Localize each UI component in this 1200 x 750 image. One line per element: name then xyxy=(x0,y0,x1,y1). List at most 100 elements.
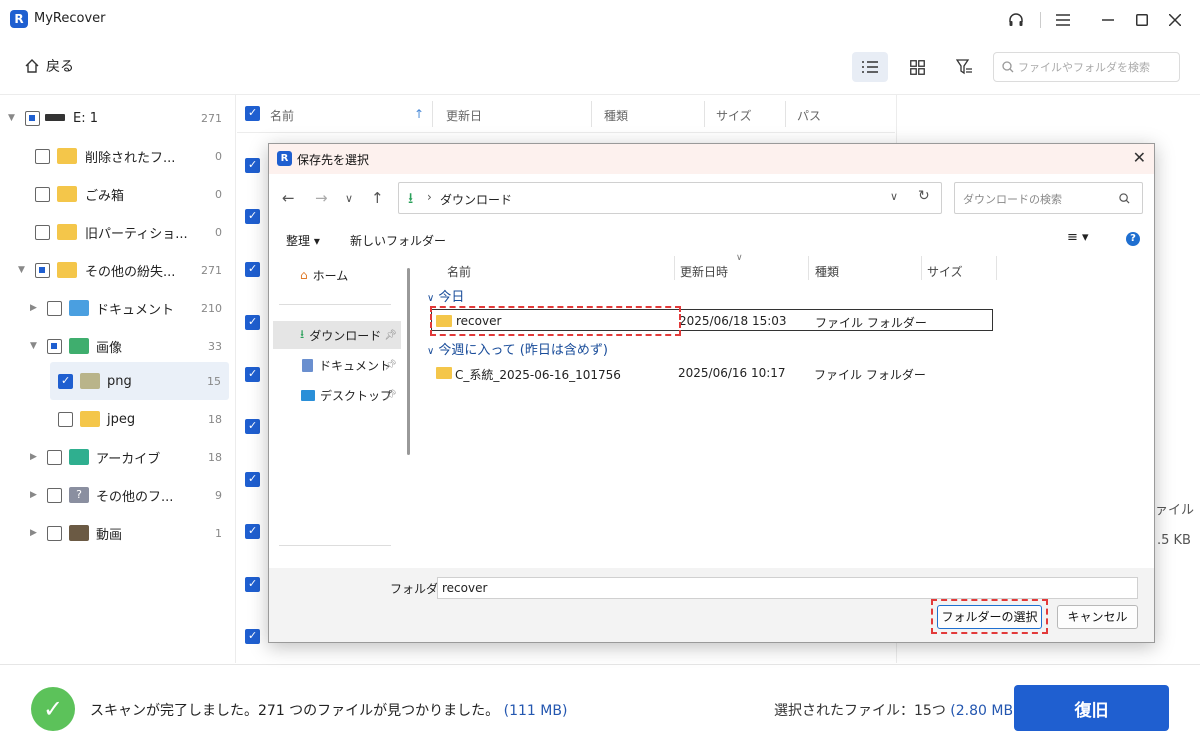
pin-icon[interactable]: 📌︎ xyxy=(384,330,397,341)
row-checkbox[interactable] xyxy=(245,209,260,224)
row-checkbox[interactable] xyxy=(245,158,260,173)
nav-item-home[interactable]: ⌂ ホーム xyxy=(273,261,401,289)
tree-checkbox[interactable] xyxy=(35,186,50,202)
column-path[interactable]: パス xyxy=(797,107,821,124)
nav-label: ドキュメント xyxy=(319,358,392,373)
pin-icon[interactable]: 📌︎ xyxy=(384,390,397,401)
tree-checkbox[interactable] xyxy=(35,262,50,278)
address-bar[interactable]: ⭳ › ダウンロード ∨ ↻ xyxy=(398,182,942,214)
up-arrow-icon[interactable]: ↑ xyxy=(371,189,384,207)
grid-view-button[interactable] xyxy=(899,52,935,82)
row-checkbox[interactable] xyxy=(245,315,260,330)
column-name[interactable]: 名前 xyxy=(270,107,294,124)
dialog-column-modified[interactable]: 更新日時 xyxy=(680,263,728,280)
expand-caret-icon[interactable]: ▼ xyxy=(18,265,25,275)
tree-item-documents[interactable]: ▶ ドキュメント 210 xyxy=(0,289,236,327)
title-bar: R MyRecover xyxy=(0,0,1200,40)
row-checkbox[interactable] xyxy=(245,577,260,592)
row-checkbox[interactable] xyxy=(245,367,260,382)
tree-item-old-partition[interactable]: 旧パーティショ... 0 xyxy=(0,213,236,251)
pin-icon[interactable]: 📌︎ xyxy=(384,360,397,371)
column-modified[interactable]: 更新日 xyxy=(446,107,482,124)
tree-item-deleted-files[interactable]: 削除されたフ... 0 xyxy=(0,137,236,175)
refresh-icon[interactable]: ↻ xyxy=(918,188,930,204)
status-bar: ✓ スキャンが完了しました。271 つのファイルが見つかりました。 (111 M… xyxy=(0,664,1200,750)
new-folder-button[interactable]: 新しいフォルダー xyxy=(350,232,446,249)
dialog-search-input[interactable]: ダウンロードの検索 xyxy=(954,182,1143,214)
back-arrow-icon[interactable]: ← xyxy=(282,189,295,207)
filter-button[interactable] xyxy=(946,52,982,82)
help-icon[interactable]: ? xyxy=(1126,232,1140,246)
nav-scrollbar[interactable] xyxy=(407,268,410,455)
tree-label: jpeg xyxy=(107,411,136,427)
tree-checkbox[interactable] xyxy=(47,338,62,354)
tree-checkbox[interactable] xyxy=(47,300,62,316)
support-headset-icon[interactable] xyxy=(1003,8,1029,32)
expand-caret-icon[interactable]: ▼ xyxy=(30,341,37,351)
nav-item-desktop[interactable]: デスクトップ 📌︎ xyxy=(273,381,401,409)
back-button[interactable]: 戻る xyxy=(24,56,74,76)
tree-item-other-files[interactable]: ▶ ? その他のフ... 9 xyxy=(0,476,236,514)
expand-caret-icon[interactable]: ▶ xyxy=(30,528,37,538)
dialog-close-icon[interactable]: ✕ xyxy=(1133,148,1146,167)
group-header-this-week[interactable]: ∨ 今週に入って (昨日は含めず) xyxy=(427,339,608,358)
nav-item-downloads[interactable]: ⭳ ダウンロード 📌︎ xyxy=(273,321,401,349)
dialog-column-type[interactable]: 種類 xyxy=(815,263,839,280)
select-all-checkbox[interactable] xyxy=(245,106,260,121)
tree-checkbox[interactable] xyxy=(47,487,62,503)
tree-count: 0 xyxy=(215,225,222,239)
row-checkbox[interactable] xyxy=(245,419,260,434)
tree-item-video[interactable]: ▶ 動画 1 xyxy=(0,514,236,552)
tree-checkbox[interactable] xyxy=(35,148,50,164)
sort-arrow-icon[interactable]: ↑ xyxy=(414,107,424,121)
tree-checkbox[interactable] xyxy=(47,449,62,465)
row-checkbox[interactable] xyxy=(245,262,260,277)
tree-checkbox[interactable] xyxy=(35,224,50,240)
address-dropdown-icon[interactable]: ∨ xyxy=(890,190,898,203)
tree-checkbox[interactable] xyxy=(25,110,40,126)
tree-label: 画像 xyxy=(96,340,123,356)
tree-checkbox[interactable] xyxy=(58,373,73,389)
tree-item-jpeg[interactable]: jpeg 18 xyxy=(0,400,236,438)
row-checkbox[interactable] xyxy=(245,629,260,644)
close-icon[interactable] xyxy=(1162,8,1188,32)
organize-menu[interactable]: 整理 ▾ xyxy=(286,232,320,249)
minimize-icon[interactable] xyxy=(1095,8,1121,32)
list-view-button[interactable] xyxy=(852,52,888,82)
expand-caret-icon[interactable]: ▶ xyxy=(30,303,37,313)
file-search-input[interactable]: ファイルやフォルダを検索 xyxy=(993,52,1180,82)
maximize-icon[interactable] xyxy=(1129,8,1155,32)
nav-item-documents[interactable]: ドキュメント 📌︎ xyxy=(273,351,401,379)
dialog-column-name[interactable]: 名前 xyxy=(447,263,471,280)
back-label: 戻る xyxy=(46,59,74,75)
expand-caret-icon[interactable]: ▶ xyxy=(30,490,37,500)
tree-item-images[interactable]: ▼ 画像 33 xyxy=(0,327,236,365)
cancel-button[interactable]: キャンセル xyxy=(1057,605,1138,629)
tree-item-recycle-bin[interactable]: ごみ箱 0 xyxy=(0,175,236,213)
select-destination-dialog: R 保存先を選択 ✕ ← → ∨ ↑ ⭳ › ダウンロード ∨ ↻ ダウンロード… xyxy=(268,143,1155,643)
column-size[interactable]: サイズ xyxy=(716,107,752,124)
group-header-today[interactable]: ∨ 今日 xyxy=(427,286,464,305)
restore-button[interactable]: 復旧 xyxy=(1014,685,1169,731)
folder-name: C_系統_2025-06-16_101756 xyxy=(455,368,621,382)
tree-item-png[interactable]: png 15 xyxy=(50,362,229,400)
view-options-icon[interactable]: ≡ ▾ xyxy=(1067,230,1089,245)
tree-item-other-lost[interactable]: ▼ その他の紛失... 271 xyxy=(0,251,236,289)
expand-caret-icon[interactable]: ▶ xyxy=(30,452,37,462)
tree-checkbox[interactable] xyxy=(58,411,73,427)
menu-icon[interactable] xyxy=(1050,8,1076,32)
tree-item-drive-e[interactable]: ▼ E: 1 271 xyxy=(0,99,236,137)
recent-locations-icon[interactable]: ∨ xyxy=(345,192,353,205)
download-icon: ⭳ xyxy=(408,189,414,207)
row-checkbox[interactable] xyxy=(245,524,260,539)
folder-name-input[interactable]: recover xyxy=(437,577,1138,599)
folder-row-c-system[interactable]: C_系統_2025-06-16_101756 2025/06/16 10:17 … xyxy=(431,362,993,384)
selected-summary: 選択されたファイル：15つ (2.80 MB) xyxy=(774,700,1019,720)
column-type[interactable]: 種類 xyxy=(604,107,628,124)
expand-caret-icon[interactable]: ▼ xyxy=(8,113,15,123)
dialog-column-size[interactable]: サイズ xyxy=(927,263,963,280)
tree-checkbox[interactable] xyxy=(47,525,62,541)
tree-item-archive[interactable]: ▶ アーカイブ 18 xyxy=(0,438,236,476)
forward-arrow-icon[interactable]: → xyxy=(315,189,328,207)
row-checkbox[interactable] xyxy=(245,472,260,487)
